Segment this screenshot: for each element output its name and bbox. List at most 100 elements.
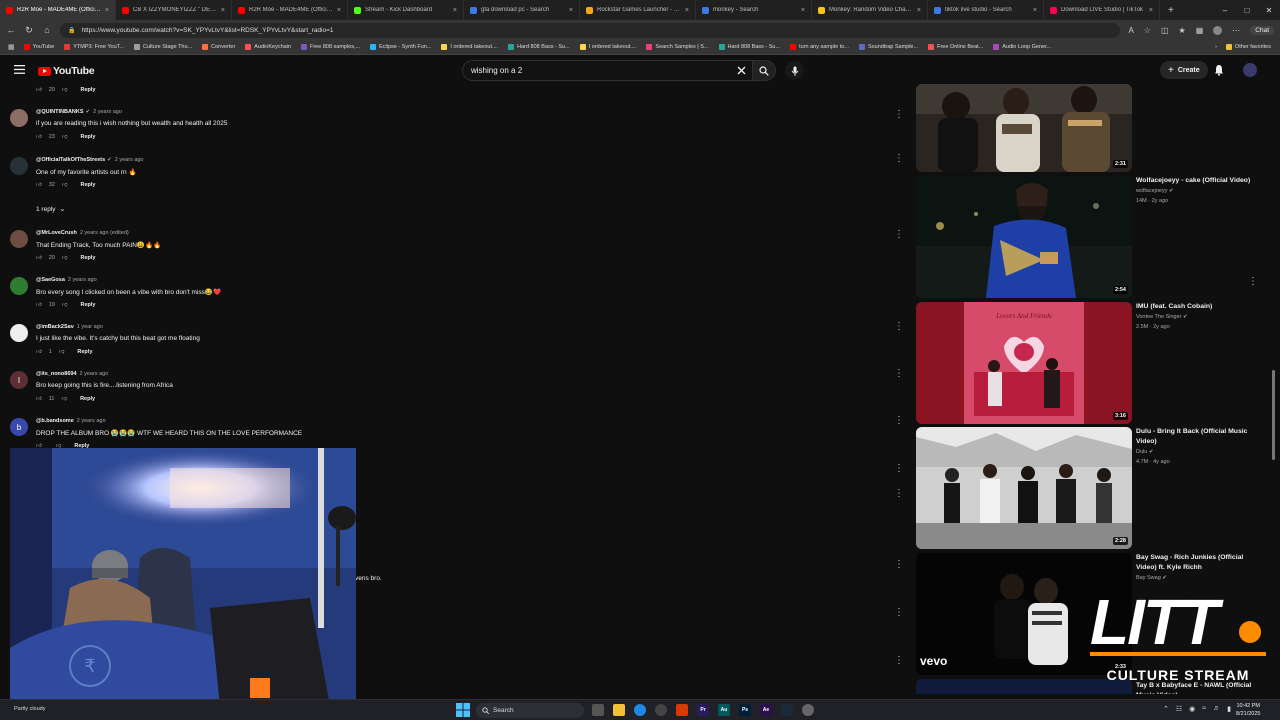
- comment-menu-icon[interactable]: ⋮: [894, 416, 904, 426]
- close-tab-icon[interactable]: ×: [1033, 7, 1037, 14]
- close-tab-icon[interactable]: ×: [1149, 7, 1153, 14]
- browser-tab[interactable]: tiktok live studio - Search ×: [928, 0, 1044, 20]
- back-icon[interactable]: ←: [6, 25, 16, 35]
- reply-button[interactable]: Reply: [80, 182, 95, 188]
- comment-timestamp[interactable]: 1 year ago: [77, 324, 103, 330]
- comment-menu-icon[interactable]: ⋮: [894, 369, 904, 379]
- dislike-icon[interactable]: 👎︎: [62, 182, 68, 188]
- close-tab-icon[interactable]: ×: [337, 7, 341, 14]
- microphone-icon[interactable]: ◉: [1189, 705, 1195, 713]
- video-thumbnail[interactable]: 2:31: [916, 84, 1132, 172]
- like-icon[interactable]: 👍︎: [36, 302, 42, 308]
- voice-search-button[interactable]: [785, 61, 804, 80]
- more-menu-icon[interactable]: ⋯: [1232, 26, 1240, 35]
- browser-tab[interactable]: R2R Moe - MADE4ME (Official M... ×: [0, 0, 116, 20]
- commenter-avatar[interactable]: [10, 157, 28, 175]
- comment-menu-icon[interactable]: ⋮: [894, 322, 904, 332]
- comment-timestamp[interactable]: 2 years ago: [115, 157, 144, 163]
- commenter-avatar[interactable]: [10, 109, 28, 127]
- commenter-avatar[interactable]: I: [10, 371, 28, 389]
- notifications-bell-icon[interactable]: [1214, 64, 1224, 76]
- taskbar-search[interactable]: Search: [476, 703, 584, 718]
- channel-name[interactable]: Dulu ✔: [1136, 449, 1153, 455]
- comment-menu-icon[interactable]: ⋮: [894, 608, 904, 618]
- hamburger-menu-icon[interactable]: [14, 65, 25, 74]
- reply-button[interactable]: Reply: [80, 87, 95, 93]
- like-icon[interactable]: 👍︎: [36, 349, 42, 355]
- dislike-icon[interactable]: 👎︎: [62, 134, 68, 140]
- close-tab-icon[interactable]: ×: [685, 7, 689, 14]
- split-screen-icon[interactable]: ◫: [1161, 26, 1169, 35]
- bookmark-item[interactable]: Converter: [197, 44, 240, 50]
- bookmark-item[interactable]: Culture Stage Thu...: [129, 44, 197, 50]
- bookmark-item[interactable]: Eclipse - Synth Fun...: [365, 44, 436, 50]
- like-icon[interactable]: 👍︎: [36, 87, 42, 93]
- apps-icon[interactable]: ▦: [4, 43, 19, 51]
- browser-tab[interactable]: Stream - Kick Dashboard ×: [348, 0, 464, 20]
- recommended-video[interactable]: 2:54 Wolfacejoeyy - cake (Official Video…: [914, 176, 1264, 300]
- bookmark-item[interactable]: I ordered takeout....: [436, 44, 503, 50]
- recommended-video[interactable]: 2:28 Dulu - Bring It Back (Official Musi…: [914, 427, 1264, 551]
- like-icon[interactable]: 👍︎: [36, 182, 42, 188]
- comment-timestamp[interactable]: 2 years ago (edited): [80, 230, 129, 236]
- browser-tab[interactable]: gta download pc - Search ×: [464, 0, 580, 20]
- comment-author[interactable]: @its_nono8694: [36, 371, 77, 377]
- volume-icon[interactable]: ♬: [1213, 705, 1220, 713]
- video-title[interactable]: Bay Swag - Rich Junkies (Official Video)…: [1136, 553, 1258, 573]
- scrollbar-thumb[interactable]: [1272, 370, 1275, 460]
- close-tab-icon[interactable]: ×: [569, 7, 573, 14]
- dislike-icon[interactable]: 👎︎: [59, 349, 65, 355]
- channel-name[interactable]: wolfacejoeyy ✔: [1136, 188, 1174, 194]
- like-icon[interactable]: 👍︎: [36, 134, 42, 140]
- read-aloud-icon[interactable]: A: [1128, 26, 1133, 35]
- edge-browser-icon[interactable]: [634, 704, 646, 716]
- browser-tab[interactable]: Rockstar Games Launcher - Ro... ×: [580, 0, 696, 20]
- comment-menu-icon[interactable]: ⋮: [894, 560, 904, 570]
- photoshop-icon[interactable]: Ps: [739, 704, 751, 716]
- video-title[interactable]: IMU (feat. Cash Cobain): [1136, 302, 1258, 312]
- minimize-icon[interactable]: –: [1214, 6, 1236, 15]
- video-thumbnail[interactable]: 2:54: [916, 176, 1132, 298]
- settings-gear-icon[interactable]: [802, 704, 814, 716]
- after-effects-icon[interactable]: Ae: [760, 704, 772, 716]
- comment-menu-icon[interactable]: ⋮: [894, 464, 904, 474]
- close-tab-icon[interactable]: ×: [917, 7, 921, 14]
- close-tab-icon[interactable]: ×: [221, 7, 225, 14]
- bookmark-item[interactable]: turn any sample to...: [785, 44, 854, 50]
- video-thumbnail[interactable]: 2:28: [916, 427, 1132, 549]
- bookmark-item[interactable]: Hard 808 Bass - Su...: [714, 44, 786, 50]
- close-tab-icon[interactable]: ×: [453, 7, 457, 14]
- commenter-avatar[interactable]: [10, 230, 28, 248]
- create-button[interactable]: + Create: [1160, 61, 1208, 79]
- bookmarks-overflow-icon[interactable]: ›: [1211, 44, 1221, 50]
- browser-tab[interactable]: R2R Moe - MADE4ME (Official M... ×: [232, 0, 348, 20]
- maximize-icon[interactable]: □: [1236, 6, 1258, 15]
- weather-widget[interactable]: Partly cloudy: [14, 706, 46, 712]
- bookmark-item[interactable]: I ordered takeout....: [575, 44, 642, 50]
- bookmark-item[interactable]: Hard 808 Bass - Su...: [503, 44, 575, 50]
- new-tab-icon[interactable]: +: [1160, 5, 1182, 16]
- comment-menu-icon[interactable]: ⋮: [894, 154, 904, 164]
- comment-menu-icon[interactable]: ⋮: [894, 110, 904, 120]
- dislike-icon[interactable]: 👎︎: [62, 255, 68, 261]
- comment-timestamp[interactable]: 2 years ago: [77, 418, 106, 424]
- bookmark-item[interactable]: Audio Loop Gener...: [988, 44, 1056, 50]
- search-input[interactable]: [462, 60, 752, 81]
- close-tab-icon[interactable]: ×: [801, 7, 805, 14]
- battery-icon[interactable]: ▮: [1227, 705, 1231, 713]
- reply-button[interactable]: Reply: [80, 255, 95, 261]
- wifi-icon[interactable]: ≈: [1202, 705, 1206, 713]
- copilot-chat-button[interactable]: Chat: [1250, 25, 1274, 35]
- channel-name[interactable]: Bay Swag ✔: [1136, 575, 1167, 581]
- comment-timestamp[interactable]: 2 years ago: [80, 371, 109, 377]
- comment-timestamp[interactable]: 2 years ago: [68, 277, 97, 283]
- close-tab-icon[interactable]: ×: [105, 7, 109, 14]
- profile-icon[interactable]: [1213, 25, 1223, 35]
- favorites-icon[interactable]: ★: [1179, 26, 1186, 35]
- comment-author[interactable]: @OfficialTalkOfTheStreets: [36, 157, 105, 163]
- tray-overflow-icon[interactable]: ⌃: [1163, 705, 1169, 713]
- commenter-avatar[interactable]: b: [10, 418, 28, 436]
- reply-button[interactable]: Reply: [80, 302, 95, 308]
- windows-start-icon[interactable]: [456, 703, 470, 717]
- reply-button[interactable]: Reply: [77, 349, 92, 355]
